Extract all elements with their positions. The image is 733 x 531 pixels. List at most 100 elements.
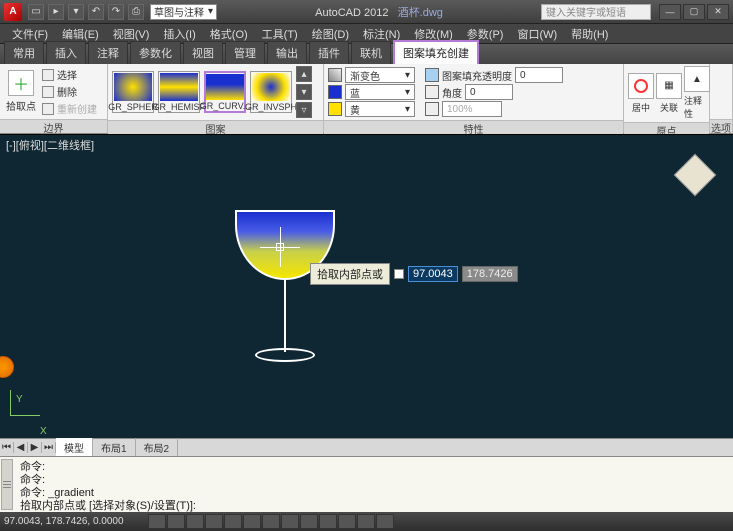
layout-first[interactable]: ⏮: [0, 442, 14, 453]
viewcube[interactable]: [673, 153, 717, 197]
search-placeholder: 键入关键字或短语: [546, 4, 626, 19]
qat-save-icon[interactable]: ▾: [68, 4, 84, 20]
transparency-field[interactable]: 0: [515, 67, 563, 83]
layout-tab-1[interactable]: 布局1: [93, 438, 136, 457]
tab-manage[interactable]: 管理: [225, 41, 265, 64]
layout-next[interactable]: ▶: [28, 442, 42, 453]
sb-osnap[interactable]: [224, 514, 242, 529]
angle-field[interactable]: 0: [465, 84, 513, 100]
panel-pattern: GR_SPHER GR_HEMISP GR_CURV... GR_INVSPH …: [108, 64, 324, 133]
app-menu-button[interactable]: A: [4, 3, 22, 21]
viewport-label[interactable]: [-][俯视][二维线框]: [6, 137, 94, 153]
qat-open-icon[interactable]: ▸: [48, 4, 64, 20]
remove-icon: [42, 86, 54, 98]
select-button[interactable]: 选择: [42, 67, 97, 82]
sb-otrack[interactable]: [262, 514, 280, 529]
annotative-icon: ▲: [684, 66, 710, 92]
ucs-y-label: Y: [16, 394, 23, 405]
maximize-button[interactable]: ▢: [683, 4, 705, 20]
sb-ortho[interactable]: [186, 514, 204, 529]
sb-3dosnap[interactable]: [243, 514, 261, 529]
layout-last[interactable]: ⏭: [42, 442, 56, 453]
qat-new-icon[interactable]: ▭: [28, 4, 44, 20]
layout-tab-model[interactable]: 模型: [56, 438, 93, 457]
qat-print-icon[interactable]: ⎙: [128, 4, 144, 20]
tab-annotate[interactable]: 注释: [88, 41, 128, 64]
panel-boundary-title: 边界: [0, 119, 107, 133]
color1-combo[interactable]: 蓝▾: [345, 84, 415, 100]
dynamic-x-input[interactable]: 97.0043: [408, 266, 458, 282]
pick-points-label: 拾取点: [6, 98, 36, 113]
qat-undo-icon[interactable]: ↶: [88, 4, 104, 20]
layout-tab-2[interactable]: 布局2: [136, 438, 179, 457]
tab-online[interactable]: 联机: [351, 41, 391, 64]
tab-plugins[interactable]: 插件: [309, 41, 349, 64]
origin-center-icon: [628, 73, 654, 99]
dynamic-input-marker: [394, 269, 404, 279]
sb-ducs[interactable]: [281, 514, 299, 529]
cmd-line-3: 拾取内部点或 [选择对象(S)/设置(T)]:: [20, 500, 713, 512]
nav-ball[interactable]: [0, 356, 14, 378]
pick-points-button[interactable]: ＋ 拾取点: [4, 70, 38, 113]
sb-lwt[interactable]: [319, 514, 337, 529]
layout-prev[interactable]: ◀: [14, 442, 28, 453]
sb-polar[interactable]: [205, 514, 223, 529]
sb-grid[interactable]: [167, 514, 185, 529]
sb-qp[interactable]: [357, 514, 375, 529]
tab-output[interactable]: 输出: [267, 41, 307, 64]
dynamic-input: 拾取内部点或 97.0043 178.7426: [310, 263, 518, 285]
app-name: AutoCAD 2012: [315, 7, 388, 19]
dynamic-y-readout: 178.7426: [462, 266, 518, 282]
tab-insert[interactable]: 插入: [46, 41, 86, 64]
status-coords[interactable]: 97.0043, 178.7426, 0.0000: [4, 516, 144, 527]
tab-home[interactable]: 常用: [4, 41, 44, 64]
tab-view[interactable]: 视图: [183, 41, 223, 64]
command-line[interactable]: 命令: 命令: 命令: _gradient 拾取内部点或 [选择对象(S)/设置…: [0, 456, 733, 512]
close-button[interactable]: ✕: [707, 4, 729, 20]
color1-swatch: [328, 85, 342, 99]
qat-redo-icon[interactable]: ↷: [108, 4, 124, 20]
recreate-button[interactable]: 重新创建: [42, 101, 97, 116]
sb-snap[interactable]: [148, 514, 166, 529]
titlebar: A ▭ ▸ ▾ ↶ ↷ ⎙ 草图与注释 ▾ AutoCAD 2012 酒杯.dw…: [0, 0, 733, 24]
pattern-scroll-up[interactable]: ▴: [296, 66, 312, 82]
angle-label: 角度: [442, 85, 462, 100]
minimize-button[interactable]: —: [659, 4, 681, 20]
transparency-icon: [425, 68, 439, 82]
sb-sc[interactable]: [376, 514, 394, 529]
pattern-gr-spher[interactable]: GR_SPHER: [112, 71, 154, 113]
remove-button[interactable]: 删除: [42, 84, 97, 99]
origin-center-button[interactable]: 居中: [628, 73, 654, 114]
ucs-x-label: X: [40, 426, 47, 437]
panel-boundary: ＋ 拾取点 选择 删除 重新创建 边界: [0, 64, 108, 133]
pattern-gr-curved[interactable]: GR_CURV...: [204, 71, 246, 113]
sb-tpy[interactable]: [338, 514, 356, 529]
tab-hatch-creation[interactable]: 图案填充创建: [393, 40, 479, 64]
annotative-button[interactable]: ▲注释性: [684, 66, 710, 120]
help-search-input[interactable]: 键入关键字或短语: [541, 4, 651, 20]
hatch-type-combo[interactable]: 渐变色▾: [345, 67, 415, 83]
drawing-canvas[interactable]: [-][俯视][二维线框] 拾取内部点或 97.0043 178.7426 Y …: [0, 134, 733, 438]
statusbar: 97.0043, 178.7426, 0.0000: [0, 512, 733, 531]
panel-properties: 渐变色▾ 蓝▾ 黄▾ 图案填充透明度0 角度0 100% 特性: [324, 64, 624, 133]
command-handle[interactable]: [1, 459, 13, 510]
pattern-gr-hemisp[interactable]: GR_HEMISP: [158, 71, 200, 113]
associative-button[interactable]: ▦关联: [656, 73, 682, 114]
menu-window[interactable]: 窗口(W): [511, 24, 563, 44]
window-title: AutoCAD 2012 酒杯.dwg: [217, 4, 541, 20]
menu-help[interactable]: 帮助(H): [565, 24, 614, 44]
pattern-scroll-down[interactable]: ▾: [296, 84, 312, 100]
pattern-gr-invsph[interactable]: GR_INVSPH: [250, 71, 292, 113]
recreate-icon: [42, 103, 54, 115]
tab-parametric[interactable]: 参数化: [130, 41, 181, 64]
workspace-label: 草图与注释: [154, 4, 204, 19]
workspace-selector[interactable]: 草图与注释 ▾: [150, 4, 217, 20]
ribbon: ＋ 拾取点 选择 删除 重新创建 边界 GR_SPHER GR_HEMISP G…: [0, 64, 733, 134]
transparency-label: 图案填充透明度: [442, 68, 512, 83]
pickbox-cursor: [276, 243, 284, 251]
color2-combo[interactable]: 黄▾: [345, 101, 415, 117]
panel-options-title: 选项: [710, 119, 732, 133]
pattern-expand[interactable]: ▿: [296, 102, 312, 118]
sb-dyn[interactable]: [300, 514, 318, 529]
scale-field[interactable]: 100%: [442, 101, 502, 117]
